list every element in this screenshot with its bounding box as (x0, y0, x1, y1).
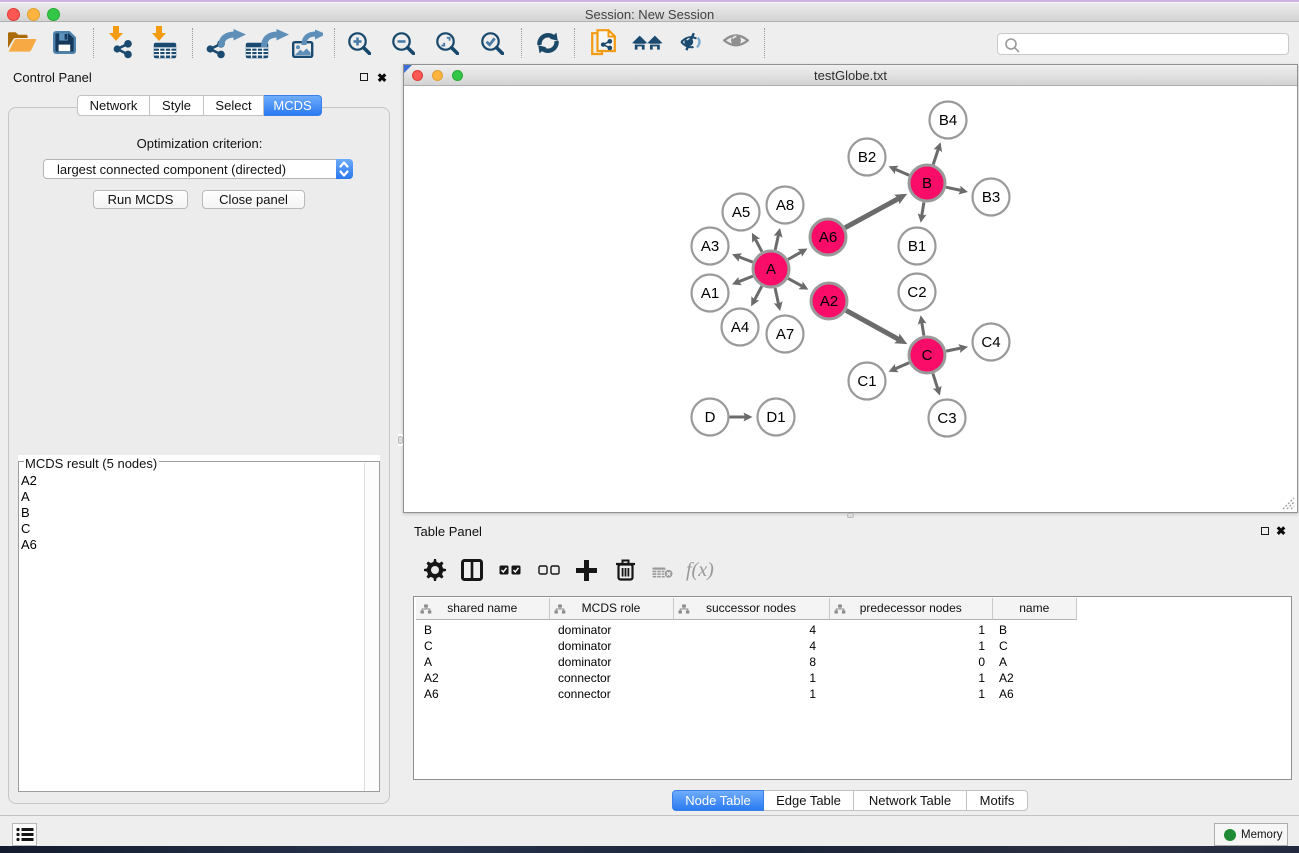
svg-text:A1: A1 (701, 285, 719, 302)
svg-text:A8: A8 (776, 197, 794, 214)
svg-text:B2: B2 (858, 149, 876, 166)
svg-text:C1: C1 (857, 373, 876, 390)
svg-text:C: C (922, 347, 933, 364)
svg-text:A2: A2 (820, 293, 838, 310)
svg-text:A7: A7 (776, 326, 794, 343)
svg-text:B4: B4 (939, 112, 957, 129)
svg-text:C4: C4 (981, 334, 1000, 351)
svg-text:A3: A3 (701, 238, 719, 255)
svg-text:B3: B3 (982, 189, 1000, 206)
svg-text:C2: C2 (907, 284, 926, 301)
svg-text:C3: C3 (937, 410, 956, 427)
svg-text:A4: A4 (731, 319, 749, 336)
svg-text:A: A (766, 261, 776, 278)
svg-text:B: B (922, 175, 932, 192)
svg-text:B1: B1 (908, 238, 926, 255)
svg-text:A5: A5 (732, 204, 750, 221)
svg-text:D1: D1 (766, 409, 785, 426)
svg-text:D: D (705, 409, 716, 426)
svg-text:A6: A6 (819, 229, 837, 246)
